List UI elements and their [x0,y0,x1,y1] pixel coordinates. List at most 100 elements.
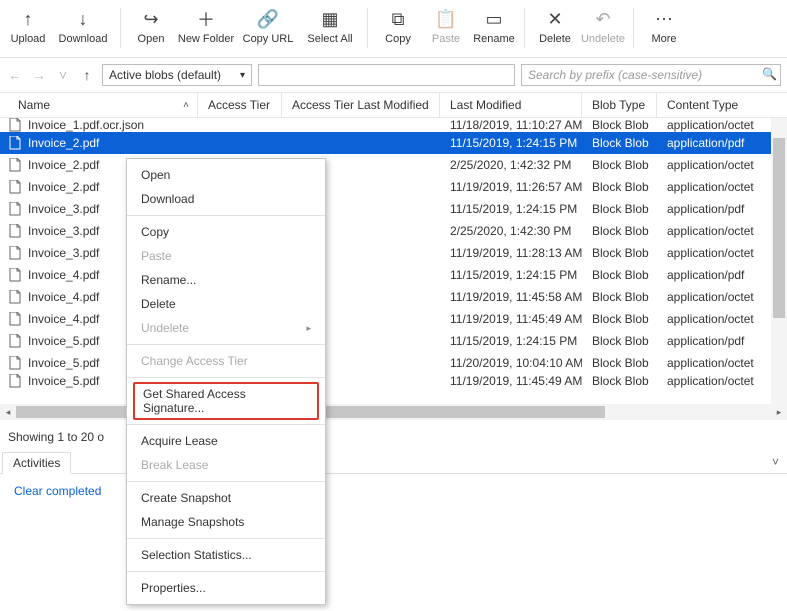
file-name: Invoice_2.pdf [28,136,99,150]
search-input[interactable] [521,64,781,86]
table-row[interactable]: Invoice_4.pdf11/19/2019, 11:45:58 AMBloc… [0,286,787,308]
open-button[interactable]: ↪ Open [127,6,175,54]
ctx-rename[interactable]: Rename... [127,268,325,292]
download-icon: ↓ [79,8,88,30]
delete-button[interactable]: ✕ Delete [531,6,579,54]
file-icon [8,334,22,348]
ctx-undelete-label: Undelete [141,321,189,335]
ctx-properties[interactable]: Properties... [127,576,325,600]
table-row[interactable]: Invoice_5.pdf11/15/2019, 1:24:15 PMBlock… [0,330,787,352]
horizontal-scrollbar[interactable]: ◂ ▸ [0,404,787,420]
upload-button[interactable]: ↑ Upload [4,6,52,54]
paste-icon: 📋 [435,8,457,30]
undelete-button: ↶ Undelete [579,6,627,54]
cell-blob-type: Block Blob [582,220,657,242]
address-bar[interactable] [258,64,515,86]
ctx-selection-stats[interactable]: Selection Statistics... [127,543,325,567]
file-name: Invoice_4.pdf [28,312,99,326]
cell-content-type: application/octet [657,118,787,132]
activities-collapse-icon[interactable]: ˅ [772,455,779,469]
table-row[interactable]: Invoice_3.pdf11/19/2019, 11:28:13 AMBloc… [0,242,787,264]
clear-completed-link[interactable]: Clear completed [14,484,101,498]
select-all-button[interactable]: ▦ Select All [299,6,361,54]
scroll-thumb[interactable] [773,138,785,318]
cell-content-type: application/pdf [657,132,787,154]
col-name[interactable]: Name˄ [0,93,198,117]
ctx-change-tier: Change Access Tier [127,349,325,373]
file-icon [8,118,22,132]
cell-blob-type: Block Blob [582,198,657,220]
upload-label: Upload [11,34,46,45]
table-row[interactable]: Invoice_3.pdf2/25/2020, 1:42:30 PMBlock … [0,220,787,242]
link-icon: 🔗 [257,8,279,30]
table-row[interactable]: Invoice_4.pdf11/19/2019, 11:45:49 AMBloc… [0,308,787,330]
cell-content-type: application/octet [657,220,787,242]
more-icon: ⋯ [655,8,673,30]
file-icon [8,202,22,216]
cell-modified: 11/15/2019, 1:24:15 PM [440,330,582,352]
nav-up-button[interactable]: ↑ [78,66,96,84]
ctx-download[interactable]: Download [127,187,325,211]
ctx-manage-snapshots[interactable]: Manage Snapshots [127,510,325,534]
cell-content-type: application/octet [657,154,787,176]
ctx-acquire-lease[interactable]: Acquire Lease [127,429,325,453]
clear-row: Clear completed [0,474,787,508]
table-row[interactable]: Invoice_4.pdf11/15/2019, 1:24:15 PMBlock… [0,264,787,286]
ctx-separator [127,377,325,378]
cell-name: Invoice_2.pdf [0,132,198,154]
rename-button[interactable]: ▭ Rename [470,6,518,54]
ctx-separator [127,571,325,572]
col-tier-modified[interactable]: Access Tier Last Modified [282,93,440,117]
cell-content-type: application/pdf [657,330,787,352]
copy-url-label: Copy URL [243,34,294,45]
table-row[interactable]: Invoice_5.pdf11/20/2019, 10:04:10 AMBloc… [0,352,787,374]
table-row[interactable]: Invoice_2.pdf11/15/2019, 1:24:15 PMBlock… [0,132,787,154]
vertical-scrollbar[interactable] [771,118,787,404]
cell-blob-type: Block Blob [582,154,657,176]
more-button[interactable]: ⋯ More [640,6,688,54]
ctx-copy[interactable]: Copy [127,220,325,244]
copy-button[interactable]: ⧉ Copy [374,6,422,54]
table-row[interactable]: Invoice_3.pdf11/15/2019, 1:24:15 PMBlock… [0,198,787,220]
context-menu: Open Download Copy Paste Rename... Delet… [126,158,326,605]
ctx-get-sas[interactable]: Get Shared Access Signature... [133,382,319,420]
file-icon [8,374,22,388]
col-content-type[interactable]: Content Type [657,93,787,117]
search-icon[interactable]: 🔍 [762,67,777,81]
col-tier-label: Access Tier [208,98,270,112]
ctx-create-snapshot[interactable]: Create Snapshot [127,486,325,510]
table-row[interactable]: Invoice_5.pdf11/19/2019, 11:45:49 AMBloc… [0,374,787,388]
paste-label: Paste [432,34,460,45]
table-row[interactable]: Invoice_1.pdf.ocr.json11/18/2019, 11:10:… [0,118,787,132]
ctx-separator [127,344,325,345]
copy-icon: ⧉ [392,8,405,30]
new-folder-button[interactable]: ＋ New Folder [175,6,237,54]
hscroll-left[interactable]: ◂ [0,404,16,420]
cell-modified: 2/25/2020, 1:42:32 PM [440,154,582,176]
col-access-tier[interactable]: Access Tier [198,93,282,117]
table-row[interactable]: Invoice_2.pdf11/19/2019, 11:26:57 AMBloc… [0,176,787,198]
delete-icon: ✕ [547,8,562,30]
file-name: Invoice_4.pdf [28,290,99,304]
ctx-delete[interactable]: Delete [127,292,325,316]
ctx-open[interactable]: Open [127,163,325,187]
view-mode-dropdown[interactable]: Active blobs (default) [102,64,252,86]
cell-name: Invoice_1.pdf.ocr.json [0,118,198,132]
hscroll-right[interactable]: ▸ [771,404,787,420]
cell-content-type: application/octet [657,176,787,198]
upload-icon: ↑ [24,8,33,30]
cell-tier [198,118,282,132]
copy-url-button[interactable]: 🔗 Copy URL [237,6,299,54]
col-last-modified[interactable]: Last Modified [440,93,582,117]
activities-tab[interactable]: Activities [2,452,71,474]
rename-label: Rename [473,34,515,45]
col-name-label: Name [18,98,50,112]
nav-back-button: ← [6,66,24,84]
table-row[interactable]: Invoice_2.pdf2/25/2020, 1:42:32 PMBlock … [0,154,787,176]
download-button[interactable]: ↓ Download [52,6,114,54]
col-blob-type[interactable]: Blob Type [582,93,657,117]
more-label: More [651,34,676,45]
toolbar-separator [524,8,525,48]
download-label: Download [59,34,108,45]
file-icon [8,312,22,326]
